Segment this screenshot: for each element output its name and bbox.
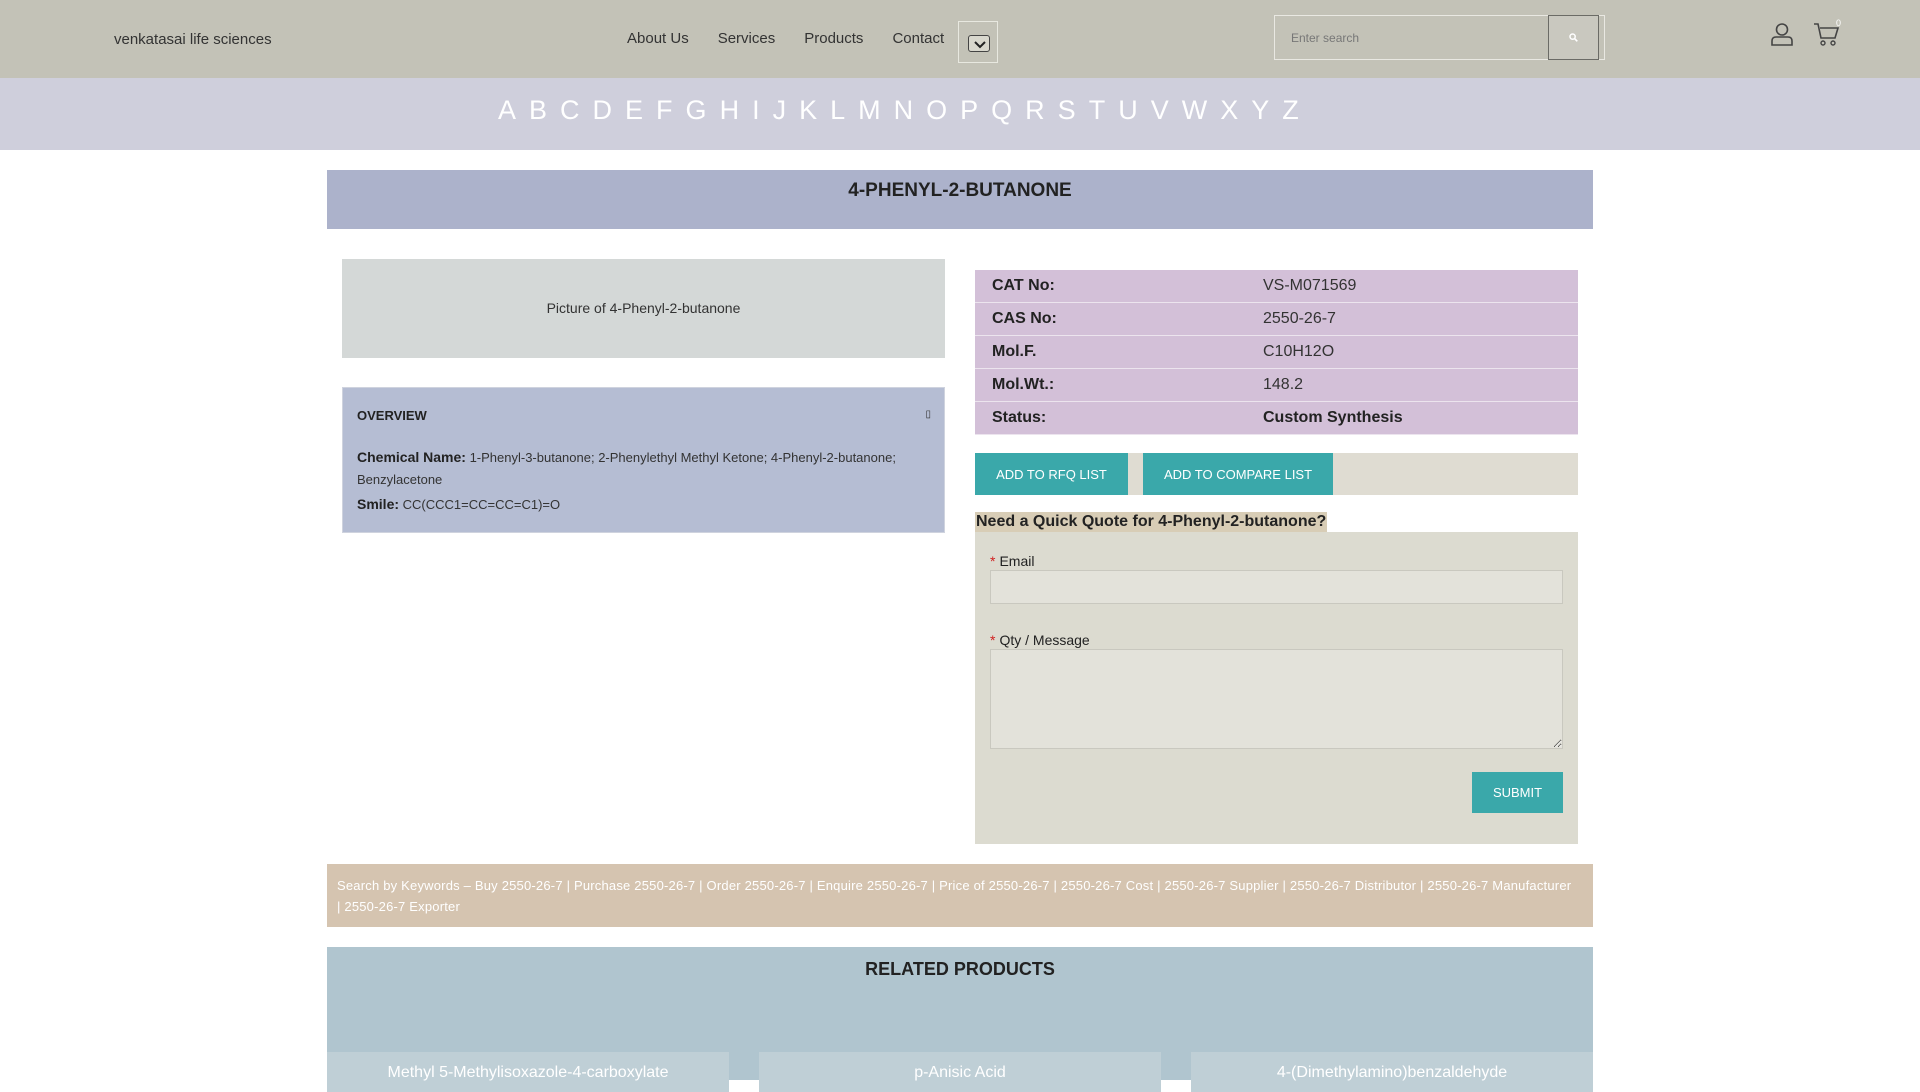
alphabet-letter-z[interactable]: Z — [1282, 95, 1299, 126]
message-field[interactable] — [990, 649, 1563, 749]
search-icon — [1569, 33, 1578, 42]
quote-form: * Email * Qty / Message SUBMIT — [975, 532, 1578, 844]
spec-label: CAS No: — [992, 310, 1057, 327]
smile-label: Smile: — [357, 496, 400, 512]
required-mark: * — [990, 553, 996, 569]
search-button[interactable] — [1548, 15, 1599, 60]
alphabet-letter-o[interactable]: O — [926, 95, 947, 126]
add-to-rfq-button[interactable]: ADD TO RFQ LIST — [975, 453, 1128, 495]
alphabet-letter-f[interactable]: F — [656, 95, 673, 126]
message-label: * Qty / Message — [990, 632, 1090, 648]
alphabet-letter-h[interactable]: H — [720, 95, 740, 126]
nav-products[interactable]: Products — [804, 30, 863, 47]
related-product-name[interactable]: p-Anisic Acid — [759, 1064, 1161, 1082]
related-heading: RELATED PRODUCTS — [865, 959, 1055, 979]
nav-about-us[interactable]: About Us — [627, 30, 689, 47]
alphabet-letter-c[interactable]: C — [560, 95, 580, 126]
email-label-text: Email — [999, 553, 1035, 569]
alphabet-letter-k[interactable]: K — [799, 95, 817, 126]
alphabet-letter-g[interactable]: G — [686, 95, 707, 126]
related-product-card[interactable]: 4-(Dimethylamino)benzaldehyde — [1191, 1052, 1593, 1092]
spec-label: Status: — [992, 409, 1047, 426]
smile-line: Smile: CC(CCC1=CC=CC=C1)=O — [357, 493, 932, 516]
required-mark: * — [990, 632, 996, 648]
site-header: venkatasai life sciences About Us Servic… — [0, 0, 1920, 78]
email-field[interactable] — [990, 570, 1563, 604]
related-product-name[interactable]: Methyl 5-Methylisoxazole-4-carboxylate — [327, 1064, 729, 1082]
related-product-name[interactable]: 4-(Dimethylamino)benzaldehyde — [1191, 1064, 1593, 1082]
nav-contact[interactable]: Contact — [892, 30, 944, 47]
alphabet-letter-n[interactable]: N — [894, 95, 914, 126]
user-icon[interactable] — [1770, 22, 1794, 46]
alphabet-letter-l[interactable]: L — [830, 95, 845, 126]
spec-value: Custom Synthesis — [1263, 409, 1403, 426]
keywords-text: Search by Keywords – Buy 2550-26-7 | Pur… — [337, 878, 1572, 914]
product-spec-table: CAT No: VS-M071569 CAS No: 2550-26-7 Mol.F… — [975, 270, 1578, 435]
alphabet-letter-j[interactable]: J — [773, 95, 787, 126]
alphabet-letter-w[interactable]: W — [1182, 95, 1207, 126]
alphabet-letter-p[interactable]: P — [960, 95, 978, 126]
alphabet-letter-u[interactable]: U — [1118, 95, 1138, 126]
alphabet-letter-y[interactable]: Y — [1251, 95, 1269, 126]
alphabet-letter-s[interactable]: S — [1058, 95, 1076, 126]
product-title-band: 4-PHENYL-2-BUTANONE — [327, 170, 1593, 229]
alphabet-letter-m[interactable]: M — [858, 95, 881, 126]
add-to-compare-button[interactable]: ADD TO COMPARE LIST — [1143, 453, 1333, 495]
cart-count-badge: 0 — [1836, 18, 1842, 28]
alphabet-letter-r[interactable]: R — [1025, 95, 1045, 126]
alphabet-letter-t[interactable]: T — [1089, 95, 1106, 126]
alphabet-letter-d[interactable]: D — [593, 95, 613, 126]
collapse-toggle-icon[interactable]: ▯ — [925, 409, 931, 420]
nav-services[interactable]: Services — [718, 30, 776, 47]
alphabet-letter-e[interactable]: E — [625, 95, 643, 126]
alphabet-letter-x[interactable]: X — [1220, 95, 1238, 126]
chevron-down-icon — [968, 35, 990, 52]
alphabet-letter-q[interactable]: Q — [991, 95, 1012, 126]
overview-heading[interactable]: OVERVIEW — [357, 408, 427, 423]
alphabet-letter-b[interactable]: B — [529, 95, 547, 126]
product-image: Picture of 4-Phenyl-2-butanone — [342, 259, 945, 358]
spec-value: VS-M071569 — [1263, 277, 1357, 294]
main-nav: About Us Services Products Contact — [627, 30, 973, 47]
product-actions: ADD TO RFQ LIST ADD TO COMPARE LIST — [975, 453, 1578, 495]
email-label: * Email — [990, 553, 1034, 569]
spec-row: CAS No: 2550-26-7 — [975, 303, 1578, 336]
page-title: 4-PHENYL-2-BUTANONE — [848, 180, 1072, 201]
alphabet-letters: ABCDEFGHIJKLMNOPQRSTUVWXYZ — [498, 95, 1312, 126]
alphabet-letter-v[interactable]: V — [1151, 95, 1169, 126]
submit-button[interactable]: SUBMIT — [1472, 772, 1563, 813]
alphabet-letter-a[interactable]: A — [498, 95, 516, 126]
spec-row: Mol.F. C10H12O — [975, 336, 1578, 369]
chemical-name-label: Chemical Name: — [357, 449, 466, 465]
overview-body: Chemical Name: 1-Phenyl-3-butanone; 2-Ph… — [357, 446, 932, 516]
related-product-card[interactable]: p-Anisic Acid — [759, 1052, 1161, 1092]
spec-label: Mol.Wt.: — [992, 376, 1055, 393]
spec-label: CAT No: — [992, 277, 1055, 294]
spec-label: Mol.F. — [992, 343, 1037, 360]
chemical-name-line: Chemical Name: 1-Phenyl-3-butanone; 2-Ph… — [357, 446, 932, 491]
nav-dropdown-toggle[interactable] — [958, 21, 998, 63]
overview-panel: OVERVIEW ▯ Chemical Name: 1-Phenyl-3-but… — [342, 387, 945, 533]
keywords-band: Search by Keywords – Buy 2550-26-7 | Pur… — [327, 864, 1593, 927]
related-product-card[interactable]: Methyl 5-Methylisoxazole-4-carboxylate — [327, 1052, 729, 1092]
search-input[interactable] — [1275, 16, 1547, 59]
smile-value: CC(CCC1=CC=CC=C1)=O — [402, 497, 561, 512]
site-logo[interactable]: venkatasai life sciences — [114, 31, 272, 48]
alphabet-letter-i[interactable]: I — [752, 95, 760, 126]
spec-row: CAT No: VS-M071569 — [975, 270, 1578, 303]
spec-row: Status: Custom Synthesis — [975, 402, 1578, 435]
spec-value: 2550-26-7 — [1263, 310, 1336, 327]
search-box — [1274, 15, 1605, 60]
spec-value: 148.2 — [1263, 376, 1304, 393]
product-image-alt: Picture of 4-Phenyl-2-butanone — [546, 300, 741, 316]
message-label-text: Qty / Message — [999, 632, 1090, 648]
spec-row: Mol.Wt.: 148.2 — [975, 369, 1578, 402]
quote-heading: Need a Quick Quote for 4-Phenyl-2-butano… — [975, 512, 1328, 532]
alphabet-filter-bar: ABCDEFGHIJKLMNOPQRSTUVWXYZ — [0, 78, 1920, 150]
spec-value: C10H12O — [1263, 343, 1335, 360]
related-products: RELATED PRODUCTS Methyl 5-Methylisoxazol… — [327, 947, 1593, 1092]
